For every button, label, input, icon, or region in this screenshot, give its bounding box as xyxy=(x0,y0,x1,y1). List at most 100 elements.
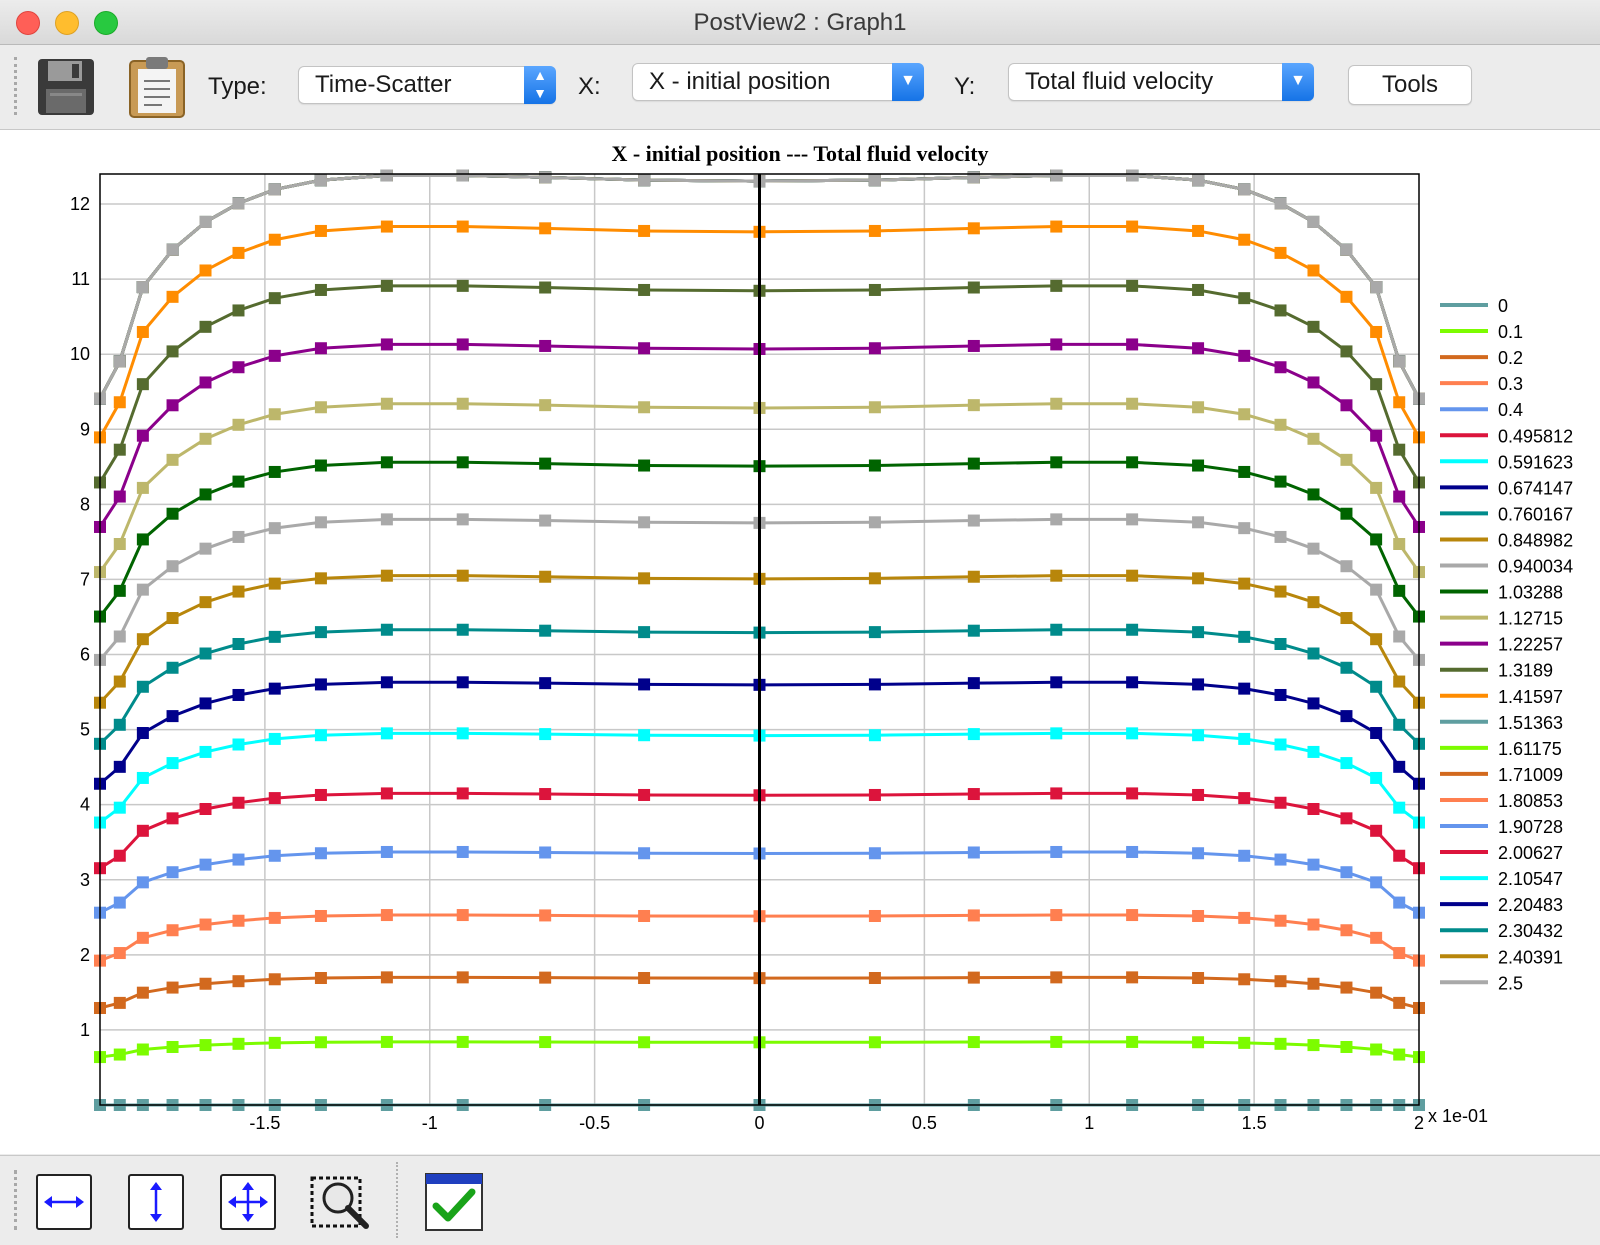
data-point xyxy=(868,401,881,414)
zoom-region-icon[interactable] xyxy=(308,1170,372,1234)
data-point xyxy=(113,718,126,731)
data-point xyxy=(113,849,126,862)
clipboard-icon[interactable] xyxy=(128,55,186,119)
toggle-check-icon[interactable] xyxy=(424,1172,484,1232)
data-point xyxy=(232,530,245,543)
data-point xyxy=(1307,802,1320,815)
x-tick-label: 0.5 xyxy=(912,1113,937,1133)
data-point xyxy=(1393,443,1406,456)
data-point xyxy=(868,459,881,472)
data-point xyxy=(1126,1035,1139,1048)
data-point xyxy=(1192,626,1205,639)
legend-label: 2.5 xyxy=(1498,973,1523,993)
data-point xyxy=(1340,981,1353,994)
data-point xyxy=(1393,760,1406,773)
data-point xyxy=(1192,459,1205,472)
data-point xyxy=(456,513,469,526)
data-point xyxy=(136,1043,149,1056)
data-point xyxy=(1307,264,1320,277)
data-point xyxy=(199,596,212,609)
data-point xyxy=(314,459,327,472)
data-point xyxy=(539,788,552,801)
data-point xyxy=(456,676,469,689)
data-point xyxy=(539,677,552,690)
data-point xyxy=(539,846,552,859)
data-point xyxy=(638,401,651,414)
legend-item: 1.12715 xyxy=(1440,609,1563,629)
data-point xyxy=(1126,676,1139,689)
data-point xyxy=(166,453,179,466)
data-point xyxy=(380,220,393,233)
data-point xyxy=(1307,697,1320,710)
data-point xyxy=(268,973,281,986)
data-point xyxy=(1307,432,1320,445)
data-point xyxy=(638,626,651,639)
data-point xyxy=(539,728,552,741)
data-point xyxy=(1274,796,1287,809)
chart-svg[interactable]: X - initial position --- Total fluid vel… xyxy=(0,130,1600,1154)
data-point xyxy=(1050,456,1063,469)
data-point xyxy=(1050,569,1063,582)
x-tick-label: 0 xyxy=(754,1113,764,1133)
data-point xyxy=(1307,745,1320,758)
data-point xyxy=(1192,1036,1205,1049)
x-variable-select[interactable]: X - initial position ▼ xyxy=(632,63,924,101)
data-point xyxy=(1307,858,1320,871)
data-point xyxy=(1192,788,1205,801)
data-point xyxy=(539,339,552,352)
type-select[interactable]: Time-Scatter ▲ ▼ xyxy=(298,66,556,104)
data-point xyxy=(136,986,149,999)
data-point xyxy=(314,626,327,639)
data-point xyxy=(1393,584,1406,597)
data-point xyxy=(1370,633,1383,646)
save-icon[interactable] xyxy=(36,57,96,117)
legend-label: 1.90728 xyxy=(1498,817,1563,837)
data-point xyxy=(1192,224,1205,237)
data-point xyxy=(967,514,980,527)
y-tick-label: 12 xyxy=(70,194,90,214)
legend-label: 0 xyxy=(1498,296,1508,316)
data-point xyxy=(314,224,327,237)
toolbar-grip-icon[interactable] xyxy=(14,57,21,115)
y-variable-select[interactable]: Total fluid velocity ▼ xyxy=(1008,63,1314,101)
data-point xyxy=(456,397,469,410)
data-point xyxy=(268,792,281,805)
data-point xyxy=(166,399,179,412)
data-point xyxy=(1370,876,1383,889)
toolbar-grip-icon[interactable] xyxy=(14,1170,21,1230)
zoom-fit-button[interactable] xyxy=(220,1174,276,1230)
data-point xyxy=(314,342,327,355)
data-point xyxy=(1340,812,1353,825)
legend-item: 0.848982 xyxy=(1440,530,1573,550)
plot-area[interactable]: X - initial position --- Total fluid vel… xyxy=(0,130,1600,1154)
zoom-width-button[interactable] xyxy=(36,1174,92,1230)
data-point xyxy=(967,624,980,637)
y-tick-label: 11 xyxy=(71,269,90,289)
data-point xyxy=(166,866,179,879)
zoom-height-button[interactable] xyxy=(128,1174,184,1230)
data-point xyxy=(967,971,980,984)
legend-label: 2.10547 xyxy=(1498,869,1563,889)
data-point xyxy=(199,488,212,501)
legend-label: 1.12715 xyxy=(1498,609,1563,629)
x-multiplier-label: x 1e-01 xyxy=(1428,1106,1488,1126)
data-point xyxy=(1126,727,1139,740)
data-point xyxy=(1050,623,1063,636)
data-point xyxy=(1126,279,1139,292)
data-point xyxy=(1370,429,1383,442)
data-point xyxy=(1370,727,1383,740)
data-point xyxy=(1274,304,1287,317)
data-point xyxy=(967,788,980,801)
data-point xyxy=(268,233,281,246)
data-point xyxy=(199,376,212,389)
tools-button[interactable]: Tools xyxy=(1348,65,1472,105)
data-point xyxy=(967,728,980,741)
data-point xyxy=(380,169,393,182)
data-point xyxy=(113,996,126,1009)
main-toolbar: Type: Time-Scatter ▲ ▼ X: X - initial pos… xyxy=(0,45,1600,130)
data-point xyxy=(1192,678,1205,691)
x-tick-label: -1 xyxy=(422,1113,438,1133)
data-point xyxy=(1393,630,1406,643)
legend-label: 0.4 xyxy=(1498,400,1523,420)
legend-label: 0.674147 xyxy=(1498,478,1573,498)
